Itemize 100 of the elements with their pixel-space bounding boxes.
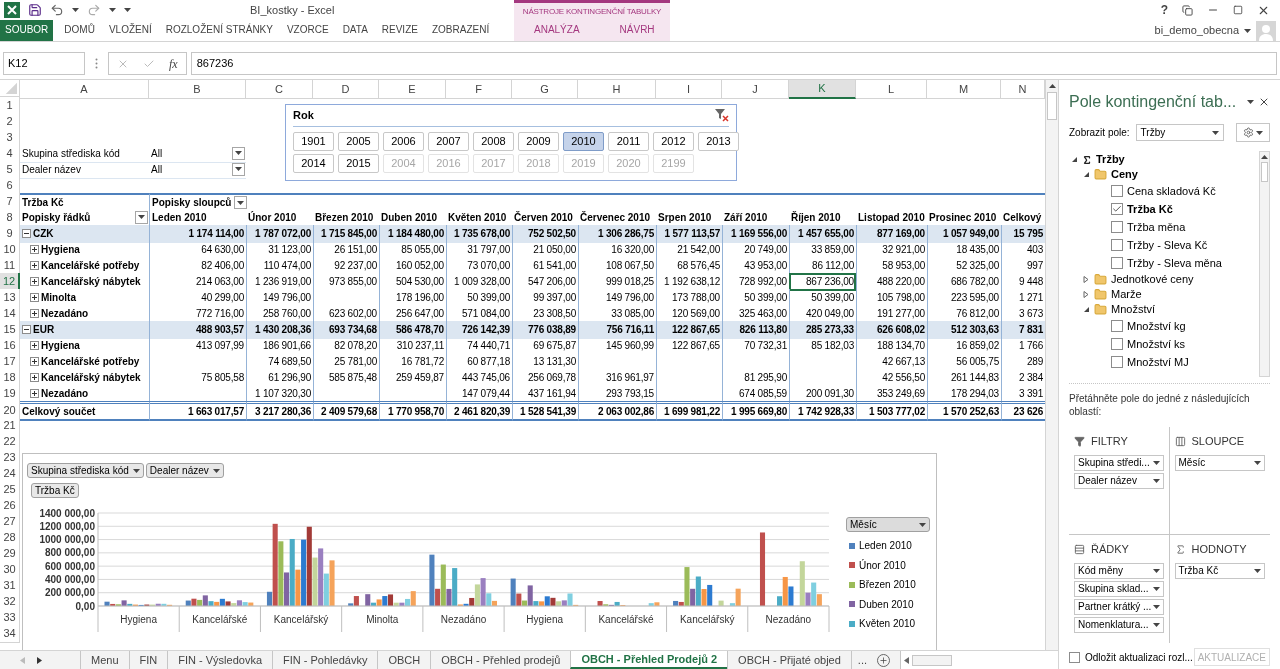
row-labels-caption: Popisky řádků [22,210,91,225]
table-cell: 74 689,50 [246,353,313,371]
field-name: Tržba Kč [1127,201,1173,217]
legend-label: Leden 2010 [859,539,912,554]
table-cell: 686 782,00 [927,273,1001,291]
table-cell: 999 018,25 [578,273,656,291]
table-cell: 81 295,90 [722,369,789,387]
table-cell: 173 788,00 [656,289,722,307]
table-cell: 3 217 280,36 [246,401,313,421]
table-cell: 160 052,00 [379,257,446,275]
table-cell: 1 787 072,00 [246,225,313,243]
column-labels-caption: Popisky sloupců [152,196,232,211]
table-cell: 69 675,87 [512,337,578,355]
table-cell: 1 184 480,00 [379,225,446,243]
row-label: Kancelářské potřeby [41,259,140,274]
grand-total-label: Celkový součet [22,405,96,419]
table-cell: 1 742 928,33 [789,401,856,421]
table-cell: 52 325,00 [927,257,1001,275]
area-title: HODNOTY [1191,542,1247,557]
filter-label: Dealer název [22,162,81,177]
pane-title: Pole kontingenční tab... [1069,92,1237,112]
table-cell: 259 459,87 [379,369,446,387]
column-header: Únor 2010 [248,210,297,225]
column-header: Listopad 2010 [858,210,925,225]
table-cell: 73 070,00 [446,257,512,275]
table-cell: 15 795 [1001,225,1045,243]
row-label: Minolta [41,291,76,306]
table-cell: 674 085,59 [722,385,789,403]
table-cell: 85 055,00 [379,241,446,259]
table-cell: 61 296,90 [246,369,313,387]
table-cell: 293 793,15 [578,385,656,403]
table-cell: 21 050,00 [512,241,578,259]
row-label: Hygiena [41,243,80,258]
field-name: Cena skladová Kč [1127,183,1216,199]
table-cell: 56 005,75 [927,353,1001,371]
field-name: Množství kg [1127,318,1186,334]
table-cell: 108 067,50 [578,257,656,275]
table-cell: 1 770 958,70 [379,401,446,421]
table-cell: 214 063,00 [149,273,246,291]
filter-value: All [151,146,163,161]
filter-value: All [151,162,163,177]
category-label: Nezadáno [765,614,812,625]
table-cell: 504 530,00 [379,273,446,291]
table-cell: 16 859,02 [927,337,1001,355]
table-cell: 261 144,83 [927,369,1001,387]
column-header: Září 2010 [724,210,768,225]
context-tab-group-label: NÁSTROJE KONTINGENČNÍ TABULKY [522,5,662,18]
table-cell: 1 570 252,63 [927,401,1001,421]
table-cell: 353 249,69 [856,385,927,403]
defer-update-label: Odložit aktualizaci rozl... [1085,650,1193,665]
table-cell: 776 038,89 [512,321,578,339]
table-cell: 18 435,00 [927,241,1001,259]
table-cell: 178 294,03 [927,385,1001,403]
table-cell: 585 875,48 [313,369,379,387]
axis-tick-label: 1200 000,00 [39,520,95,532]
field-group-name: Jednotkové ceny [1111,272,1194,288]
table-cell: 200 091,30 [789,385,856,403]
table-cell: 186 901,66 [246,337,313,355]
filter-label: Skupina střediska kód [22,146,120,161]
table-cell: 1 457 655,00 [789,225,856,243]
area-title: SLOUPCE [1191,434,1245,449]
table-cell: 149 796,00 [578,289,656,307]
axis-tick-label: 800 000,00 [44,547,95,559]
category-label: Kancelářské [192,614,248,625]
table-cell: 50 399,00 [789,289,856,307]
field-name: Množství ks [1127,336,1186,352]
column-header: Prosinec 2010 [929,210,997,225]
column-header: Květen 2010 [448,210,507,225]
table-cell: 61 541,00 [512,257,578,275]
table-cell: 42 556,50 [856,369,927,387]
legend-label: Květen 2010 [859,617,916,632]
table-cell: 1 430 208,36 [246,321,313,339]
field-name: Tržby - Sleva měna [1127,255,1222,271]
row-label: Kancelářský nábytek [41,371,141,386]
table-cell: 122 867,65 [656,321,722,339]
category-label: Kancelářský [679,614,735,625]
table-cell: 26 151,00 [313,241,379,259]
table-cell: 1 577 113,57 [656,225,722,243]
table-cell: 223 595,00 [927,289,1001,307]
table-cell: 178 196,00 [379,289,446,307]
axis-tick-label: 400 000,00 [44,573,95,585]
table-cell: 145 960,99 [578,337,656,355]
table-cell: 16 781,72 [379,353,446,371]
table-cell: 488 903,57 [149,321,246,339]
field-name: Množství MJ [1127,354,1189,370]
table-cell: 973 855,00 [313,273,379,291]
table-cell: 726 142,39 [446,321,512,339]
table-cell: 1 528 541,39 [512,401,578,421]
table-cell: 1 009 328,00 [446,273,512,291]
row-label: EUR [33,323,55,338]
row-label: Nezadáno [41,307,89,322]
table-cell: 32 921,00 [856,241,927,259]
category-label: Kancelářské [598,614,654,625]
table-cell: 256 069,78 [512,369,578,387]
table-cell: 1 503 777,02 [856,401,927,421]
table-cell: 122 867,65 [656,337,722,355]
table-cell: 147 079,44 [446,385,512,403]
axis-tick-label: 1000 000,00 [39,534,95,546]
table-cell: 33 859,00 [789,241,856,259]
field-name: Tržba měna [1127,219,1186,235]
